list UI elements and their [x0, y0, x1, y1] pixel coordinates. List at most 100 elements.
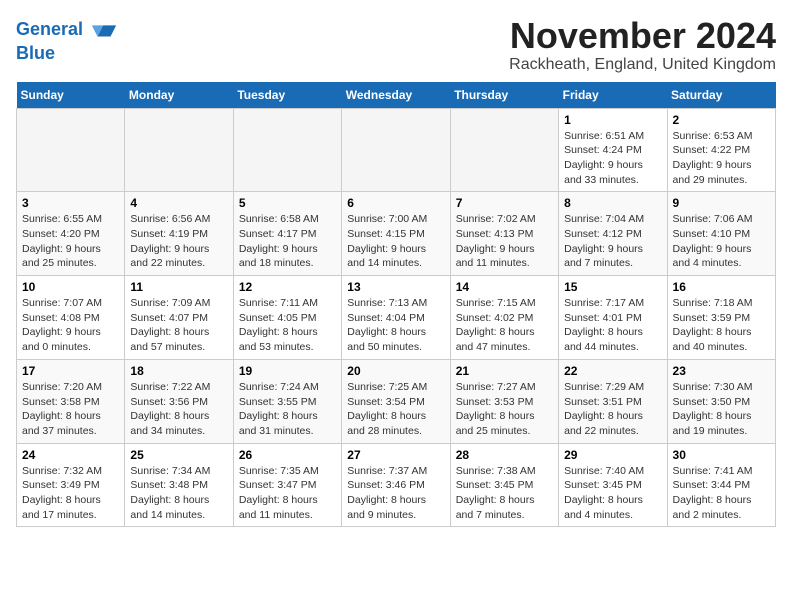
day-number: 1: [564, 113, 661, 127]
day-number: 23: [673, 364, 770, 378]
day-number: 11: [130, 280, 227, 294]
calendar-cell: 5Sunrise: 6:58 AM Sunset: 4:17 PM Daylig…: [233, 192, 341, 276]
calendar-cell: 29 Sunrise: 7:40 AM Sunset: 3:45 PM Dayli…: [559, 443, 667, 527]
day-number: 27: [347, 448, 444, 462]
day-info: Sunrise: 7:13 AM Sunset: 4:04 PM Dayligh…: [347, 296, 444, 355]
day-number: 30: [673, 448, 770, 462]
day-info: Sunrise: 6:58 AM Sunset: 4:17 PM Dayligh…: [239, 212, 336, 271]
calendar-cell: 28Sunrise: 7:38 AM Sunset: 3:45 PM Dayli…: [450, 443, 558, 527]
day-number: 28: [456, 448, 553, 462]
day-info: Sunrise: 7:34 AM Sunset: 3:48 PM Dayligh…: [130, 464, 227, 523]
day-info: Sunrise: 7:09 AM Sunset: 4:07 PM Dayligh…: [130, 296, 227, 355]
calendar-cell: 10 Sunrise: 7:07 AM Sunset: 4:08 PM Dayli…: [17, 276, 125, 360]
calendar-cell: 24 Sunrise: 7:32 AM Sunset: 3:49 PM Dayli…: [17, 443, 125, 527]
day-info: Sunrise: 7:25 AM Sunset: 3:54 PM Dayligh…: [347, 380, 444, 439]
calendar-cell: [125, 108, 233, 192]
calendar-cell: 16 Sunrise: 7:18 AM Sunset: 3:59 PM Dayli…: [667, 276, 775, 360]
day-info: Sunrise: 7:06 AM Sunset: 4:10 PM Dayligh…: [673, 212, 770, 271]
day-number: 12: [239, 280, 336, 294]
day-number: 16: [673, 280, 770, 294]
day-header-saturday: Saturday: [667, 82, 775, 109]
page-title: November 2024: [509, 16, 776, 56]
day-info: Sunrise: 7:41 AM Sunset: 3:44 PM Dayligh…: [673, 464, 770, 523]
day-info: Sunrise: 7:17 AM Sunset: 4:01 PM Dayligh…: [564, 296, 661, 355]
calendar-week-2: 3 Sunrise: 6:55 AM Sunset: 4:20 PM Daylig…: [17, 192, 776, 276]
day-number: 3: [22, 196, 119, 210]
day-header-tuesday: Tuesday: [233, 82, 341, 109]
calendar-cell: 23 Sunrise: 7:30 AM Sunset: 3:50 PM Dayli…: [667, 359, 775, 443]
calendar-cell: 14 Sunrise: 7:15 AM Sunset: 4:02 PM Dayli…: [450, 276, 558, 360]
calendar-cell: [233, 108, 341, 192]
title-area: November 2024 Rackheath, England, United…: [509, 16, 776, 74]
day-info: Sunrise: 6:53 AM Sunset: 4:22 PM Dayligh…: [673, 129, 770, 188]
day-number: 22: [564, 364, 661, 378]
day-number: 29: [564, 448, 661, 462]
logo-text: General: [16, 16, 118, 44]
calendar-cell: 4 Sunrise: 6:56 AM Sunset: 4:19 PM Daylig…: [125, 192, 233, 276]
day-number: 17: [22, 364, 119, 378]
day-info: Sunrise: 7:37 AM Sunset: 3:46 PM Dayligh…: [347, 464, 444, 523]
day-number: 6: [347, 196, 444, 210]
day-number: 4: [130, 196, 227, 210]
day-number: 20: [347, 364, 444, 378]
calendar-cell: 22 Sunrise: 7:29 AM Sunset: 3:51 PM Dayli…: [559, 359, 667, 443]
day-info: Sunrise: 7:32 AM Sunset: 3:49 PM Dayligh…: [22, 464, 119, 523]
day-number: 15: [564, 280, 661, 294]
calendar-cell: 9 Sunrise: 7:06 AM Sunset: 4:10 PM Daylig…: [667, 192, 775, 276]
day-info: Sunrise: 7:30 AM Sunset: 3:50 PM Dayligh…: [673, 380, 770, 439]
calendar-cell: 1 Sunrise: 6:51 AM Sunset: 4:24 PM Daylig…: [559, 108, 667, 192]
day-number: 21: [456, 364, 553, 378]
calendar-cell: [450, 108, 558, 192]
calendar-cell: 18Sunrise: 7:22 AM Sunset: 3:56 PM Dayli…: [125, 359, 233, 443]
day-number: 19: [239, 364, 336, 378]
day-info: Sunrise: 7:02 AM Sunset: 4:13 PM Dayligh…: [456, 212, 553, 271]
calendar-cell: 2Sunrise: 6:53 AM Sunset: 4:22 PM Daylig…: [667, 108, 775, 192]
day-number: 13: [347, 280, 444, 294]
day-info: Sunrise: 7:35 AM Sunset: 3:47 PM Dayligh…: [239, 464, 336, 523]
day-info: Sunrise: 7:15 AM Sunset: 4:02 PM Dayligh…: [456, 296, 553, 355]
day-number: 18: [130, 364, 227, 378]
calendar-cell: 26 Sunrise: 7:35 AM Sunset: 3:47 PM Dayli…: [233, 443, 341, 527]
day-info: Sunrise: 7:24 AM Sunset: 3:55 PM Dayligh…: [239, 380, 336, 439]
day-info: Sunrise: 6:51 AM Sunset: 4:24 PM Dayligh…: [564, 129, 661, 188]
day-info: Sunrise: 7:29 AM Sunset: 3:51 PM Dayligh…: [564, 380, 661, 439]
calendar-cell: 27 Sunrise: 7:37 AM Sunset: 3:46 PM Dayli…: [342, 443, 450, 527]
day-info: Sunrise: 6:56 AM Sunset: 4:19 PM Dayligh…: [130, 212, 227, 271]
day-number: 14: [456, 280, 553, 294]
day-number: 25: [130, 448, 227, 462]
day-number: 8: [564, 196, 661, 210]
day-number: 24: [22, 448, 119, 462]
day-info: Sunrise: 7:40 AM Sunset: 3:45 PM Dayligh…: [564, 464, 661, 523]
calendar-cell: 13 Sunrise: 7:13 AM Sunset: 4:04 PM Dayli…: [342, 276, 450, 360]
day-header-thursday: Thursday: [450, 82, 558, 109]
day-header-friday: Friday: [559, 82, 667, 109]
day-info: Sunrise: 7:07 AM Sunset: 4:08 PM Dayligh…: [22, 296, 119, 355]
page-subtitle: Rackheath, England, United Kingdom: [509, 56, 776, 74]
day-header-monday: Monday: [125, 82, 233, 109]
calendar-cell: 3 Sunrise: 6:55 AM Sunset: 4:20 PM Daylig…: [17, 192, 125, 276]
calendar-cell: 11 Sunrise: 7:09 AM Sunset: 4:07 PM Dayli…: [125, 276, 233, 360]
day-number: 9: [673, 196, 770, 210]
day-number: 10: [22, 280, 119, 294]
calendar-cell: 21 Sunrise: 7:27 AM Sunset: 3:53 PM Dayli…: [450, 359, 558, 443]
day-number: 26: [239, 448, 336, 462]
page-header: General Blue November 2024 Rackheath, En…: [16, 16, 776, 74]
day-number: 7: [456, 196, 553, 210]
calendar-week-3: 10 Sunrise: 7:07 AM Sunset: 4:08 PM Dayli…: [17, 276, 776, 360]
calendar-cell: [342, 108, 450, 192]
calendar-week-4: 17 Sunrise: 7:20 AM Sunset: 3:58 PM Dayli…: [17, 359, 776, 443]
calendar-table: SundayMondayTuesdayWednesdayThursdayFrid…: [16, 82, 776, 528]
day-info: Sunrise: 7:20 AM Sunset: 3:58 PM Dayligh…: [22, 380, 119, 439]
day-header-wednesday: Wednesday: [342, 82, 450, 109]
logo: General Blue: [16, 16, 118, 64]
day-info: Sunrise: 7:18 AM Sunset: 3:59 PM Dayligh…: [673, 296, 770, 355]
day-info: Sunrise: 6:55 AM Sunset: 4:20 PM Dayligh…: [22, 212, 119, 271]
calendar-cell: [17, 108, 125, 192]
logo-blue: Blue: [16, 44, 118, 64]
calendar-cell: 20 Sunrise: 7:25 AM Sunset: 3:54 PM Dayli…: [342, 359, 450, 443]
calendar-cell: 8Sunrise: 7:04 AM Sunset: 4:12 PM Daylig…: [559, 192, 667, 276]
day-info: Sunrise: 7:00 AM Sunset: 4:15 PM Dayligh…: [347, 212, 444, 271]
calendar-cell: 15 Sunrise: 7:17 AM Sunset: 4:01 PM Dayli…: [559, 276, 667, 360]
day-info: Sunrise: 7:27 AM Sunset: 3:53 PM Dayligh…: [456, 380, 553, 439]
calendar-cell: 30 Sunrise: 7:41 AM Sunset: 3:44 PM Dayli…: [667, 443, 775, 527]
